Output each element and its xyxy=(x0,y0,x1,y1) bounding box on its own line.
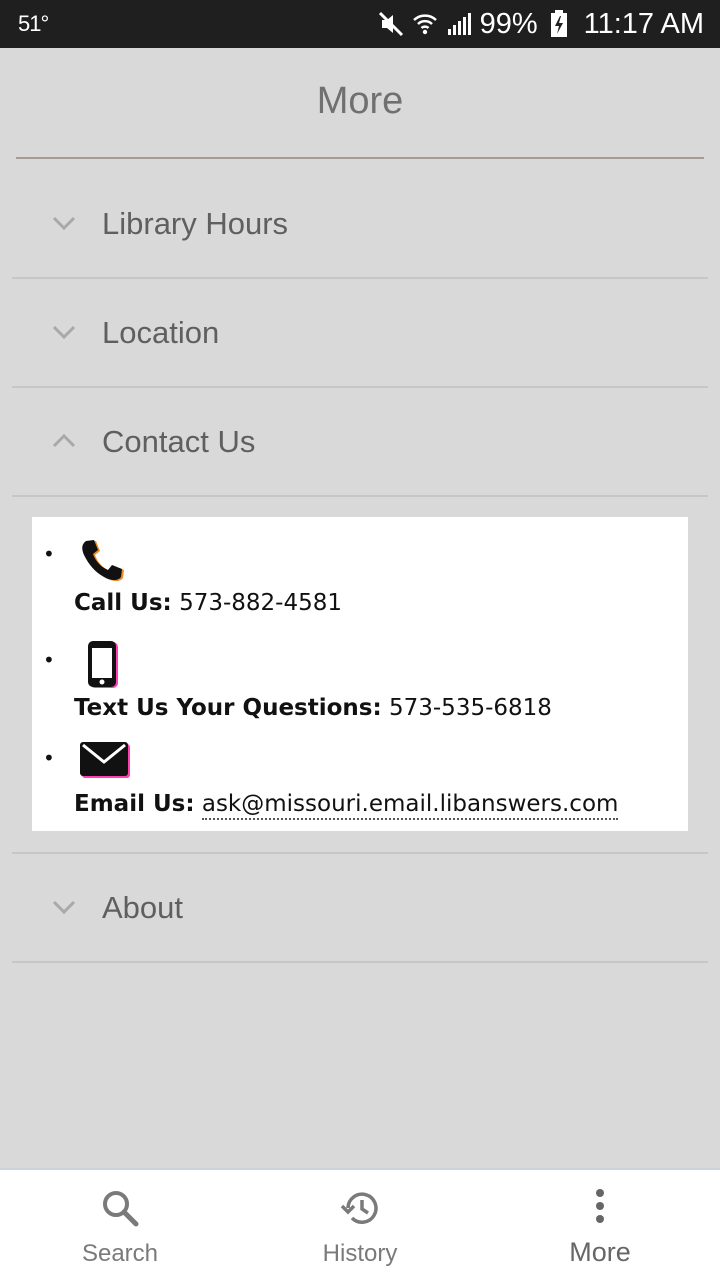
nav-more-label: More xyxy=(569,1237,631,1267)
accordion-label: Library Hours xyxy=(102,206,289,241)
smartphone-icon xyxy=(80,640,128,694)
bullet: • xyxy=(43,542,55,566)
status-right: 99% 11:17 AM xyxy=(378,6,704,42)
chevron-down-icon xyxy=(50,893,78,921)
contact-call-text: Call Us: 573-882-4581 xyxy=(74,590,342,616)
nav-more-button[interactable]: More xyxy=(480,1170,720,1280)
nav-history-button[interactable]: History xyxy=(240,1170,480,1280)
divider xyxy=(12,495,708,497)
nav-search-button[interactable]: Search xyxy=(0,1170,240,1280)
status-battery-percent: 99% xyxy=(479,7,538,40)
envelope-icon xyxy=(80,740,132,784)
contact-call-number[interactable]: 573-882-4581 xyxy=(179,590,342,616)
page-title: More xyxy=(316,80,404,122)
chevron-down-icon xyxy=(50,209,78,237)
contact-text-label: Text Us Your Questions: xyxy=(74,695,382,721)
accordion-about[interactable]: About xyxy=(12,854,708,963)
search-icon xyxy=(100,1188,140,1228)
signal-icon xyxy=(446,11,472,37)
battery-charging-icon xyxy=(546,10,572,37)
contact-text-number[interactable]: 573-535-6818 xyxy=(389,695,552,721)
title-divider xyxy=(16,157,704,159)
chevron-up-icon xyxy=(50,427,78,455)
accordion-label: Contact Us xyxy=(102,424,256,459)
more-vertical-icon xyxy=(580,1188,620,1228)
status-time: 11:17 AM xyxy=(583,7,704,40)
accordion-library-hours[interactable]: Library Hours xyxy=(12,170,708,279)
history-icon xyxy=(340,1188,380,1228)
contact-text-text: Text Us Your Questions: 573-535-6818 xyxy=(74,695,552,721)
contact-panel: • Call Us: 573-882-4581 • Text Us Your Q… xyxy=(32,517,688,831)
contact-email-link[interactable]: ask@missouri.email.libanswers.com xyxy=(201,791,619,820)
contact-email-label: Email Us: xyxy=(74,791,195,817)
mute-icon xyxy=(378,11,404,37)
nav-search-label: Search xyxy=(81,1240,159,1267)
chevron-down-icon xyxy=(50,318,78,346)
wifi-icon xyxy=(412,11,438,37)
accordion-label: Location xyxy=(102,315,220,350)
accordion-label: About xyxy=(102,890,184,925)
contact-call-label: Call Us: xyxy=(74,590,172,616)
status-bar: 51° 99% 11:17 AM xyxy=(0,0,720,48)
accordion-location[interactable]: Location xyxy=(12,279,708,388)
nav-history-label: History xyxy=(322,1240,398,1267)
bullet: • xyxy=(43,746,55,770)
status-temperature: 51° xyxy=(18,11,49,36)
bottom-navigation: Search History More xyxy=(0,1168,720,1280)
bullet: • xyxy=(43,648,55,672)
accordion-contact-us[interactable]: Contact Us xyxy=(12,388,708,497)
phone-icon xyxy=(80,537,128,589)
contact-email-text: Email Us: ask@missouri.email.libanswers.… xyxy=(74,791,619,820)
divider xyxy=(12,961,708,963)
